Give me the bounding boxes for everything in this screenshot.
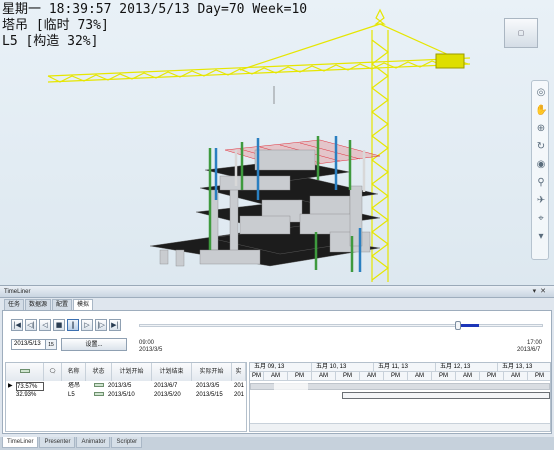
timeliner-title: TimeLiner [4, 289, 31, 295]
calendar-icon[interactable]: 15 [45, 339, 57, 350]
simulation-slider-thumb[interactable] [455, 321, 462, 330]
tab-data-sources[interactable]: 数据源 [25, 299, 52, 310]
gantt-day-header: 五月 13, 13 [498, 363, 550, 372]
row-selector-icon: ▶ [8, 383, 13, 389]
pan-icon[interactable]: ✋ [535, 105, 547, 117]
step-back-icon[interactable]: ◁| [25, 319, 37, 331]
row-progress: 32.93% [16, 392, 37, 398]
row-planned-end: 2013/6/7 [154, 383, 178, 389]
gantt-horizontal-scrollbar[interactable] [250, 423, 550, 431]
column-header-name[interactable]: 名称 [62, 363, 86, 381]
gantt-half-day: AM [360, 372, 384, 381]
progress-column-header[interactable] [6, 363, 44, 381]
look-icon[interactable]: ◉ [535, 159, 547, 171]
steering-wheel-icon[interactable]: ◎ [535, 87, 547, 99]
gantt-current-highlight [274, 382, 308, 400]
gantt-half-day: PM [250, 372, 264, 381]
gantt-half-day: PM [288, 372, 312, 381]
gantt-half-day: AM [456, 372, 480, 381]
row-actual-end: 201 [234, 383, 245, 389]
gantt-half-day: PM [432, 372, 456, 381]
row-actual-end: 201 [234, 392, 245, 398]
gantt-day-header: 五月 10, 13 [312, 363, 374, 372]
dropdown-icon[interactable]: ▾ [533, 288, 541, 295]
stop-icon[interactable]: ■ [53, 319, 65, 331]
step-forward-icon[interactable]: |▷ [95, 319, 107, 331]
timeliner-panel: TimeLiner ▾✕ 任务 数据源 配置 模拟 |◀ ◁| ◁ ■ ‖ ▷ … [0, 286, 554, 450]
gantt-half-day: AM [312, 372, 336, 381]
play-reverse-icon[interactable]: ◁ [39, 319, 51, 331]
column-header-actual-start[interactable]: 实际开始 [192, 363, 232, 381]
range-start-date: 2013/3/5 [139, 347, 163, 353]
row-planned-start: 2013/3/5 [108, 383, 132, 389]
navigation-bar[interactable]: ◎ ✋ ⊕ ↻ ◉ ⚲ ✈ ⌖ ▾ [531, 80, 549, 260]
column-header-planned-end[interactable]: 计划结束 [152, 363, 192, 381]
column-header-actual-end[interactable]: 实 [232, 363, 246, 381]
gantt-rows [250, 382, 550, 400]
tab-animator[interactable]: Animator [76, 437, 111, 448]
focus-icon[interactable]: ⌖ [535, 213, 547, 225]
range-start-time: 09:00 [139, 340, 155, 346]
table-row[interactable]: ▶ 73.57% 塔吊 2013/3/5 2013/6/7 2013/3/5 2… [6, 382, 246, 391]
viewcube[interactable]: ▢ [504, 18, 538, 48]
pause-icon[interactable]: ‖ [67, 319, 79, 331]
simulation-slider-fill [461, 324, 480, 327]
datetime-overlay: 星期一 18:39:57 2013/5/13 Day=70 Week=10 [2, 2, 308, 17]
playback-controls: |◀ ◁| ◁ ■ ‖ ▷ |▷ ▶| [11, 319, 121, 331]
simulate-panel: |◀ ◁| ◁ ■ ‖ ▷ |▷ ▶| 2013/5/13 15 设置... 0… [2, 310, 552, 434]
column-header-planned-start[interactable]: 计划开始 [112, 363, 152, 381]
row-actual-start: 2013/5/15 [196, 392, 223, 398]
simulation-slider-track[interactable] [139, 324, 543, 327]
bottom-tab-strip: TimeLiner Presenter Animator Scripter [0, 437, 554, 450]
gantt-half-day: PM [480, 372, 504, 381]
play-icon[interactable]: ▷ [81, 319, 93, 331]
crane-status-overlay: 塔吊 [临时 73%] [2, 18, 109, 33]
settings-button[interactable]: 设置... [61, 338, 127, 351]
range-end-time: 17:00 [527, 340, 543, 346]
rewind-start-icon[interactable]: |◀ [11, 319, 23, 331]
tab-presenter[interactable]: Presenter [39, 437, 76, 448]
timeliner-titlebar[interactable]: TimeLiner ▾✕ [0, 286, 554, 298]
fly-icon[interactable]: ✈ [535, 195, 547, 207]
zoom-icon[interactable]: ⊕ [535, 123, 547, 135]
gantt-half-day: PM [528, 372, 550, 381]
l5-status-overlay: L5 [构造 32%] [2, 34, 99, 49]
tab-tasks[interactable]: 任务 [4, 299, 25, 310]
3d-viewport[interactable]: 星期一 18:39:57 2013/5/13 Day=70 Week=10 塔吊… [0, 0, 554, 286]
gantt-bar-l5[interactable] [342, 392, 550, 399]
range-end-date: 2013/6/7 [517, 347, 541, 353]
walk-icon[interactable]: ⚲ [535, 177, 547, 189]
gantt-half-day: AM [408, 372, 432, 381]
progress-header-icon [19, 369, 30, 373]
close-icon[interactable]: ✕ [540, 288, 550, 295]
gantt-half-day: AM [264, 372, 288, 381]
comment-column-header[interactable]: 🗨 [44, 363, 62, 381]
tab-timeliner[interactable]: TimeLiner [2, 437, 39, 448]
gantt-half-day: AM [504, 372, 528, 381]
row-name: 塔吊 [68, 383, 81, 389]
customize-icon[interactable]: ▾ [535, 231, 547, 243]
row-name: L5 [68, 392, 75, 398]
tab-configure[interactable]: 配置 [52, 299, 73, 310]
tab-scripter[interactable]: Scripter [111, 437, 143, 448]
task-grid: 🗨 名称 状态 计划开始 计划结束 实际开始 实 ▶ 73.57% 塔吊 201… [5, 362, 247, 432]
table-row[interactable]: 32.93% L5 2013/5/10 2013/5/20 2013/5/15 … [6, 391, 246, 400]
gantt-day-header: 五月 12, 13 [436, 363, 498, 372]
gantt-day-header: 五月 09, 13 [250, 363, 312, 372]
gantt-day-header: 五月 11, 13 [374, 363, 436, 372]
gantt-chart[interactable]: 五月 09, 13 五月 10, 13 五月 11, 13 五月 12, 13 … [249, 362, 551, 432]
column-header-status[interactable]: 状态 [86, 363, 112, 381]
forward-end-icon[interactable]: ▶| [109, 319, 121, 331]
orbit-icon[interactable]: ↻ [535, 141, 547, 153]
row-actual-start: 2013/3/5 [196, 383, 220, 389]
comment-icon: 🗨 [48, 369, 57, 375]
row-planned-start: 2013/5/10 [108, 392, 135, 398]
gantt-half-day: PM [384, 372, 408, 381]
row-progress: 73.57% [16, 382, 44, 391]
row-planned-end: 2013/5/20 [154, 392, 181, 398]
gantt-half-day: PM [336, 372, 360, 381]
